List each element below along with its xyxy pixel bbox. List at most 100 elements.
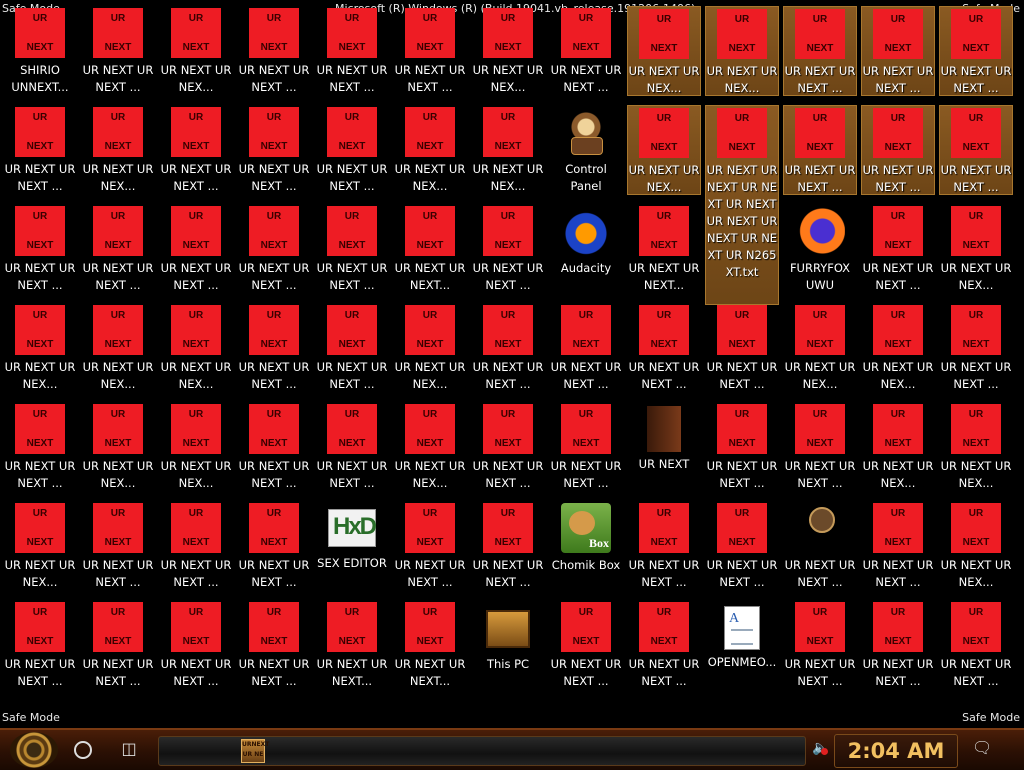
desktop-icon[interactable]: UR NEXT UR NEXT UR NEX... [159,303,233,393]
desktop-icon[interactable]: UR NEXT UR NEXT UR NEXT ... [705,501,779,591]
desktop-icon[interactable]: UR NEXT UR NEXT ... [783,501,857,591]
desktop-icon[interactable]: UR NEXT UR NEXT UR NEX... [861,402,935,492]
desktop-icon[interactable]: UR NEXT UR NEXT UR NEX... [159,6,233,96]
desktop-icon[interactable]: UR NEXT UR NEXT UR NEXT ... [549,600,623,690]
desktop-icon[interactable]: UR NEXT UR NEXT UR NEXT ... [159,105,233,195]
icon-label: UR NEXT UR NEXT... [628,261,700,292]
desktop-icon[interactable]: UR NEXT UR NEXT UR NEXT ... [315,402,389,492]
desktop-icon[interactable]: UR NEXT UR NEXT UR NEXT ... [315,6,389,96]
desktop-icon[interactable]: UR NEXT UR NEXT UR NEX... [627,6,701,96]
desktop-icon[interactable]: UR NEXT UR NEXT UR NEXT ... [861,600,935,690]
desktop-icon[interactable]: UR NEXT UR NEXT UR NEXT ... [783,6,857,96]
desktop-icon[interactable]: UR NEXT UR NEXT UR NEX... [705,6,779,96]
desktop-icon[interactable]: UR NEXT UR NEXT UR NEXT ... [393,501,467,591]
desktop-icon[interactable]: Box Chomik Box [549,501,623,591]
desktop-icon[interactable]: UR NEXT UR NEXT UR NEXT ... [315,105,389,195]
desktop-icon[interactable]: UR NEXT UR NEXT UR NEXT ... [627,501,701,591]
desktop-icon[interactable]: HxD SEX EDITOR [315,501,389,591]
desktop-icon[interactable]: UR NEXT UR NEXT UR NEXT ... [315,303,389,393]
desktop-icon[interactable]: UR NEXT UR NEXT UR NEX... [861,303,935,393]
desktop-icon[interactable]: UR NEXT UR NEXT UR NEXT ... [627,303,701,393]
search-circle-icon[interactable] [74,741,92,759]
taskbar-app-icon[interactable]: URNEXT UR NE [241,739,269,763]
desktop-icon[interactable]: UR NEXT UR NEXT UR NEX... [627,105,701,195]
desktop-icon[interactable]: UR NEXT UR NEXT UR NEX... [81,402,155,492]
desktop-icon[interactable]: UR NEXT UR NEXT UR NEXT ... [549,402,623,492]
desktop-icon[interactable]: UR NEXT UR NEXT UR NEXT ... [237,105,311,195]
desktop-icon[interactable]: UR NEXT UR NEXT UR NEXT ... [237,600,311,690]
task-view-icon[interactable]: ◫ [118,738,140,760]
desktop-icon[interactable]: UR NEXT UR NEXT UR NEXT ... [159,501,233,591]
desktop-icon[interactable]: UR NEXT UR NEXT UR NEXT ... [705,402,779,492]
desktop-icon[interactable]: UR NEXT UR NEXT UR NEX... [471,6,545,96]
desktop-icon[interactable]: UR NEXT UR NEXT UR NEX... [81,303,155,393]
desktop-icon[interactable]: UR NEXT UR NEXT UR NEXT ... [705,303,779,393]
desktop-icon[interactable]: UR NEXT UR NEXT UR NEX... [939,204,1013,294]
desktop-icon[interactable]: UR NEXT UR NEXT UR NEXT ... [861,204,935,294]
desktop-icon[interactable]: Audacity [549,204,623,294]
desktop-icon[interactable]: UR NEXT UR NEXT UR NEX... [939,402,1013,492]
desktop-icon[interactable]: UR NEXT UR NEXT UR NEX... [3,303,77,393]
notification-center-icon[interactable]: 🗨 [972,738,992,758]
desktop-icon[interactable]: UR NEXT UR NEXT UR NEXT ... [81,600,155,690]
desktop-icon[interactable]: UR NEXT UR NEXT UR NEXT ... [81,501,155,591]
desktop-icon[interactable]: UR NEXT UR NEXT UR NEX... [393,105,467,195]
desktop-icon[interactable]: UR NEXT UR NEXT UR NEXT ... [471,402,545,492]
desktop-icon[interactable]: UR NEXT UR NEXT UR NEXT... [627,204,701,294]
desktop-icon[interactable]: UR NEXT UR NEXT UR NEXT... [315,600,389,690]
desktop-icon[interactable]: UR NEXT UR NEXT UR NEXT ... [3,600,77,690]
desktop-icon[interactable]: UR NEXT UR NEXT UR NEX... [81,105,155,195]
desktop[interactable]: UR NEXT SHIRIO UNNEXT... UR NEXT UR NEXT UR N… [0,0,1024,705]
desktop-icon[interactable]: UR NEXT UR NEXT UR NEX... [393,402,467,492]
desktop-icon[interactable]: UR NEXT UR NEXT UR NEXT ... [939,600,1013,690]
desktop-icon[interactable]: UR NEXT UR NEXT UR NEXT... [393,204,467,294]
desktop-icon[interactable]: UR NEXT UR NEXT UR NEXT... [393,600,467,690]
desktop-icon[interactable]: UR NEXT UR NEXT UR NEXT ... [237,402,311,492]
desktop-icon[interactable]: UR NEXT UR NEXT UR NEX... [783,303,857,393]
desktop-icon[interactable]: UR NEXT [627,402,701,492]
desktop-icon[interactable]: UR NEXT UR NEXT UR NEXT ... [939,303,1013,393]
desktop-icon[interactable]: UR NEXT UR NEXT UR NEXT ... [237,501,311,591]
desktop-icon[interactable]: UR NEXT UR NEXT UR NEX... [159,402,233,492]
desktop-icon[interactable]: UR NEXT UR NEXT UR NEXT ... [159,204,233,294]
desktop-icon[interactable]: UR NEXT UR NEXT UR NEXT ... [159,600,233,690]
desktop-icon[interactable]: UR NEXT UR NEXT UR NEXT ... [861,6,935,96]
desktop-icon[interactable]: UR NEXT UR NEXT UR NEXT ... [315,204,389,294]
desktop-icon[interactable]: UR NEXT UR NEXT UR NEXT ... [81,6,155,96]
desktop-icon[interactable]: Control Panel [549,105,623,195]
desktop-icon[interactable]: UR NEXT UR NEXT UR NEXT ... [549,303,623,393]
desktop-icon[interactable]: UR NEXT UR NEXT UR NEX... [939,501,1013,591]
desktop-icon[interactable]: UR NEXT UR NEXT UR NEX... [3,501,77,591]
desktop-icon[interactable]: UR NEXT UR NEXT UR NEXT ... [783,600,857,690]
desktop-icon[interactable]: UR NEXT UR NEXT UR NEXT ... [939,105,1013,195]
desktop-icon[interactable]: UR NEXT UR NEXT UR NEX... [393,303,467,393]
desktop-icon[interactable]: UR NEXT UR NEXT UR NEXT ... [861,105,935,195]
taskbar-clock[interactable]: 2:04 AM [834,734,958,768]
desktop-icon[interactable]: UR NEXT UR NEXT UR NEXT ... [393,6,467,96]
desktop-icon[interactable]: UR NEXT UR NEXT UR NEXT ... [237,303,311,393]
icon-label: UR NEXT UR NEX... [628,163,700,194]
desktop-icon[interactable]: OPENMEO... [705,600,779,690]
desktop-icon[interactable]: FURRYFOX UWU [783,204,857,294]
desktop-icon[interactable]: UR NEXT UR NEXT UR NEXT ... [237,6,311,96]
desktop-icon[interactable]: UR NEXT UR NEXT UR NEXT ... [783,402,857,492]
start-button[interactable] [10,732,58,768]
desktop-icon[interactable]: UR NEXT UR NEXT UR NEXT ... [471,204,545,294]
desktop-icon[interactable]: UR NEXT UR NEXT UR NEX... [471,105,545,195]
desktop-icon[interactable]: UR NEXT UR NEXT UR NEXT ... [861,501,935,591]
desktop-icon[interactable]: UR NEXT UR NEXT UR NEXT ... [81,204,155,294]
icon-text-bottom: NEXT [416,339,444,350]
desktop-icon[interactable]: UR NEXT UR NEXT UR NEXT UR NEXT UR NEXT UR… [705,105,779,305]
desktop-icon[interactable]: UR NEXT UR NEXT UR NEXT ... [627,600,701,690]
desktop-icon[interactable]: UR NEXT UR NEXT UR NEXT ... [3,402,77,492]
desktop-icon[interactable]: UR NEXT UR NEXT UR NEXT ... [471,303,545,393]
desktop-icon[interactable]: This PC [471,600,545,690]
desktop-icon[interactable]: UR NEXT UR NEXT UR NEXT ... [549,6,623,96]
desktop-icon[interactable]: UR NEXT SHIRIO UNNEXT... [3,6,77,96]
desktop-icon[interactable]: UR NEXT UR NEXT UR NEXT ... [939,6,1013,96]
desktop-icon[interactable]: UR NEXT UR NEXT UR NEXT ... [3,105,77,195]
desktop-icon[interactable]: UR NEXT UR NEXT UR NEXT ... [783,105,857,195]
desktop-icon[interactable]: UR NEXT UR NEXT UR NEXT ... [3,204,77,294]
desktop-icon[interactable]: UR NEXT UR NEXT UR NEXT ... [471,501,545,591]
desktop-icon[interactable]: UR NEXT UR NEXT UR NEXT ... [237,204,311,294]
